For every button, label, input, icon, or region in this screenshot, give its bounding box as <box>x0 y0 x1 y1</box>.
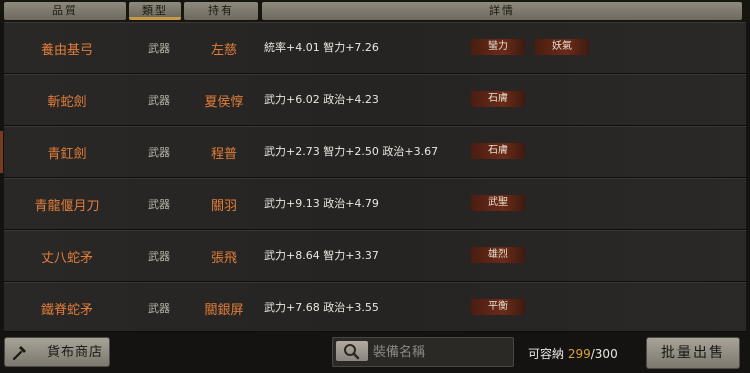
search-input[interactable] <box>373 338 503 366</box>
item-type: 武器 <box>148 198 170 211</box>
currency-shop-button[interactable]: 貨布商店 <box>4 337 110 367</box>
item-stats: 武力+7.68 政治+3.55 <box>264 301 379 314</box>
item-tags: 平衡 <box>471 294 535 315</box>
col-quality[interactable]: 品質 <box>4 2 126 20</box>
skill-tag[interactable]: 石膚 <box>471 91 525 107</box>
col-type[interactable]: 類型 <box>129 2 181 20</box>
skill-tag[interactable]: 蠻力 <box>471 39 525 55</box>
table-row[interactable]: 青釭劍 武器 程普 武力+2.73 智力+2.50 政治+3.67 石膚 <box>0 126 746 178</box>
capacity-indicator: 可容納 299/300 <box>528 345 618 362</box>
item-owner: 關羽 <box>210 199 237 214</box>
search-box <box>332 337 514 367</box>
col-owner[interactable]: 持有 <box>184 2 258 20</box>
table-row[interactable]: 養由基弓 武器 左慈 統率+4.01 智力+7.26 蠻力 妖氣 <box>4 22 746 74</box>
search-button[interactable] <box>336 341 368 361</box>
item-stats: 武力+9.13 政治+4.79 <box>264 197 379 210</box>
item-stats: 武力+6.02 政治+4.23 <box>264 93 379 106</box>
skill-tag[interactable]: 雄烈 <box>471 247 525 263</box>
item-name: 養由基弓 <box>40 43 93 58</box>
table-row[interactable]: 丈八蛇矛 武器 張飛 武力+8.64 智力+3.37 雄烈 <box>4 230 746 282</box>
footer-bar: 貨布商店 可容納 299/300 批量出售 <box>0 333 750 373</box>
item-type: 武器 <box>148 250 170 263</box>
skill-tag[interactable]: 平衡 <box>471 299 525 315</box>
table-row[interactable]: 鐵脊蛇矛 武器 關銀屏 武力+7.68 政治+3.55 平衡 <box>4 282 746 332</box>
item-type: 武器 <box>148 302 170 315</box>
item-tags: 石膚 <box>471 86 535 107</box>
item-tags: 武聖 <box>471 190 535 211</box>
item-name: 丈八蛇矛 <box>40 251 93 266</box>
item-name: 青龍偃月刀 <box>34 199 100 214</box>
item-tags: 石膚 <box>471 138 535 159</box>
table-row[interactable]: 斬蛇劍 武器 夏侯惇 武力+6.02 政治+4.23 石膚 <box>4 74 746 126</box>
capacity-total: /300 <box>590 347 618 361</box>
item-type: 武器 <box>148 42 170 55</box>
item-name: 鐵脊蛇矛 <box>40 303 93 318</box>
bulk-sell-button[interactable]: 批量出售 <box>646 337 740 369</box>
hammer-icon <box>12 346 26 361</box>
item-owner: 程普 <box>210 147 237 162</box>
skill-tag[interactable]: 武聖 <box>471 195 525 211</box>
item-stats: 統率+4.01 智力+7.26 <box>264 41 379 54</box>
item-owner: 關銀屏 <box>204 303 244 318</box>
table-header: 品質 類型 持有 詳情 <box>0 0 750 22</box>
table-row[interactable]: 青龍偃月刀 武器 關羽 武力+9.13 政治+4.79 武聖 <box>4 178 746 230</box>
capacity-current: 299 <box>567 347 591 361</box>
skill-tag[interactable]: 石膚 <box>471 143 525 159</box>
shop-label: 貨布商店 <box>46 345 103 360</box>
capacity-label: 可容納 <box>528 347 565 361</box>
item-owner: 張飛 <box>210 251 237 266</box>
magnifier-icon <box>344 344 360 360</box>
item-stats: 武力+2.73 智力+2.50 政治+3.67 <box>264 145 439 158</box>
item-owner: 夏侯惇 <box>204 95 244 110</box>
item-owner: 左慈 <box>210 43 237 58</box>
col-details: 詳情 <box>262 2 742 20</box>
skill-tag[interactable]: 妖氣 <box>535 39 589 55</box>
item-tags: 蠻力 妖氣 <box>471 34 599 55</box>
item-type: 武器 <box>148 146 170 159</box>
item-tags: 雄烈 <box>471 242 535 263</box>
item-stats: 武力+8.64 智力+3.37 <box>264 249 379 262</box>
item-name: 斬蛇劍 <box>47 95 87 110</box>
item-name: 青釭劍 <box>47 147 87 162</box>
item-type: 武器 <box>148 94 170 107</box>
